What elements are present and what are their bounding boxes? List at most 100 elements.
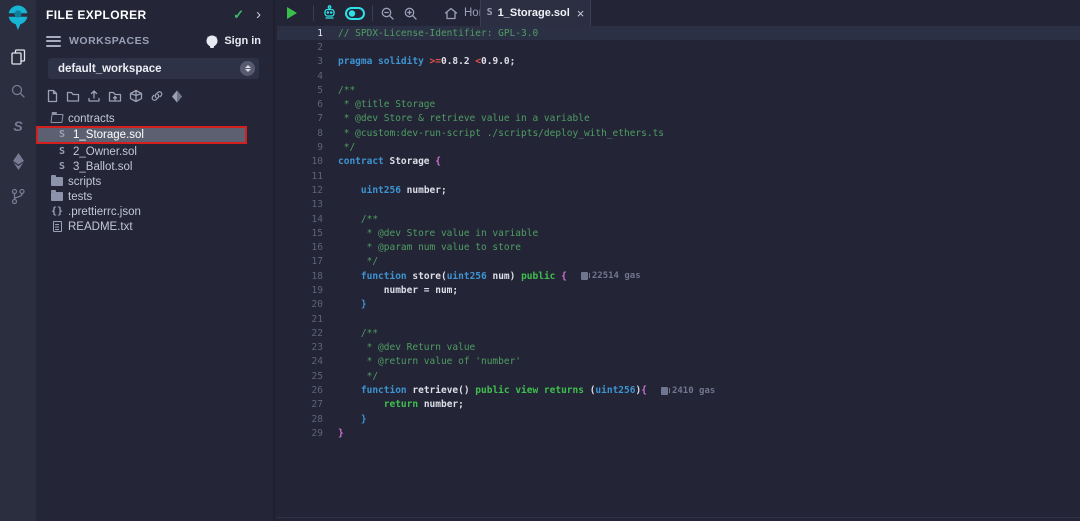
deploy-run-icon (11, 153, 26, 170)
remix-logo[interactable] (0, 0, 36, 36)
zoom-in-button[interactable] (403, 6, 418, 21)
line-number: 2 (277, 42, 323, 53)
home-icon (444, 7, 458, 20)
code-line[interactable]: 18 function store(uint256 num) public {2… (277, 269, 1080, 283)
zoom-out-button[interactable] (380, 6, 395, 21)
tree-item[interactable]: README.txt (36, 219, 273, 234)
git-icon (10, 188, 26, 205)
sidebar-item-search[interactable] (8, 81, 28, 101)
github-icon (205, 35, 219, 48)
code-line[interactable]: 7 * @dev Store & retrieve value in a var… (277, 112, 1080, 126)
ipfs-cube-icon[interactable] (129, 89, 143, 103)
code-line[interactable]: 19 number = num; (277, 283, 1080, 297)
chevron-right-icon[interactable]: › (256, 10, 261, 20)
code-line[interactable]: 12 uint256 number; (277, 183, 1080, 197)
toolbar-separator (372, 5, 373, 21)
line-number: 28 (277, 414, 323, 425)
line-number: 18 (277, 271, 323, 282)
sidebar-item-file-explorer[interactable] (8, 46, 28, 66)
code-line[interactable]: 16 * @param num value to store (277, 240, 1080, 254)
panel-title: FILE EXPLORER (46, 8, 233, 22)
solidity-file-icon: S (55, 162, 69, 172)
code-line[interactable]: 9 */ (277, 140, 1080, 154)
line-number: 10 (277, 156, 323, 167)
code-line[interactable]: 15 * @dev Store value in variable (277, 226, 1080, 240)
code-line[interactable]: 14 /** (277, 212, 1080, 226)
link-icon[interactable] (150, 89, 164, 103)
code-line[interactable]: 20 } (277, 298, 1080, 312)
sidebar-item-git[interactable] (8, 186, 28, 206)
tree-item[interactable]: S 3_Ballot.sol (36, 159, 273, 174)
sidebar-item-solidity-compiler[interactable]: S (8, 116, 28, 136)
tree-item[interactable]: contracts (36, 111, 273, 126)
hamburger-icon[interactable] (46, 33, 61, 49)
line-number: 23 (277, 342, 323, 353)
tree-item[interactable]: scripts (36, 174, 273, 189)
tree-item[interactable]: {}.prettierrc.json (36, 204, 273, 219)
folder-icon (50, 192, 64, 201)
editor-toolbar: Home S 1_Storage.sol × (277, 0, 1080, 26)
tree-item[interactable]: S1_Storage.sol (36, 126, 247, 144)
toggle-switch[interactable] (345, 7, 365, 20)
upload-file-icon[interactable] (87, 89, 101, 103)
code-line[interactable]: 22 /** (277, 326, 1080, 340)
line-number: 3 (277, 56, 323, 67)
file-explorer-panel: FILE EXPLORER ✓ › WORKSPACES Sign in def… (36, 0, 275, 521)
solidity-file-icon: S (55, 130, 69, 140)
code-line[interactable]: 4 (277, 69, 1080, 83)
tree-item[interactable]: tests (36, 189, 273, 204)
code-line[interactable]: 28 } (277, 412, 1080, 426)
toggle-icon (345, 7, 365, 20)
play-icon[interactable] (287, 7, 297, 19)
code-text: function store(uint256 num) public { (338, 271, 567, 282)
code-line[interactable]: 3pragma solidity >=0.8.2 <0.9.0; (277, 55, 1080, 69)
line-number: 20 (277, 299, 323, 310)
code-line[interactable]: 2 (277, 40, 1080, 54)
new-folder-icon[interactable] (66, 90, 80, 103)
code-text: */ (338, 142, 355, 153)
code-line[interactable]: 24 * @return value of 'number' (277, 355, 1080, 369)
code-line[interactable]: 25 */ (277, 369, 1080, 383)
code-line[interactable]: 17 */ (277, 255, 1080, 269)
code-line[interactable]: 13 (277, 198, 1080, 212)
line-number: 21 (277, 314, 323, 325)
zoom-out-icon (380, 6, 395, 21)
solidity-diamond-icon[interactable] (171, 90, 183, 103)
workspace-select[interactable]: default_workspace (48, 58, 259, 79)
line-number: 6 (277, 99, 323, 110)
tree-item[interactable]: S2_Owner.sol (36, 144, 273, 159)
code-line[interactable]: 26 function retrieve() public view retur… (277, 383, 1080, 397)
ai-assistant-button[interactable] (321, 5, 338, 21)
check-icon[interactable]: ✓ (233, 7, 244, 23)
code-line[interactable]: 29} (277, 426, 1080, 440)
new-file-icon[interactable] (46, 89, 59, 103)
code-line[interactable]: 21 (277, 312, 1080, 326)
upload-folder-icon[interactable] (108, 90, 122, 103)
line-number: 11 (277, 171, 323, 182)
sort-icon[interactable] (240, 61, 255, 76)
code-line[interactable]: 27 return number; (277, 398, 1080, 412)
gas-icon (581, 272, 588, 280)
code-line[interactable]: 5/** (277, 83, 1080, 97)
line-number: 22 (277, 328, 323, 339)
code-line[interactable]: 6 * @title Storage (277, 97, 1080, 111)
line-number: 13 (277, 199, 323, 210)
workspace-select-value: default_workspace (58, 63, 240, 75)
tab-1-storage-sol[interactable]: S 1_Storage.sol × (480, 0, 591, 26)
workspaces-label: WORKSPACES (69, 35, 205, 47)
code-line[interactable]: 23 * @dev Return value (277, 341, 1080, 355)
line-number: 5 (277, 85, 323, 96)
tree-item-label: 3_Ballot.sol (73, 161, 132, 173)
sidebar-item-deploy-run[interactable] (8, 151, 28, 171)
code-line[interactable]: 8 * @custom:dev-run-script ./scripts/dep… (277, 126, 1080, 140)
gas-estimate-badge: 2410 gas (661, 386, 715, 396)
code-line[interactable]: 11 (277, 169, 1080, 183)
code-area[interactable]: 1// SPDX-License-Identifier: GPL-3.0 2 3pr… (277, 26, 1080, 441)
code-text: } (338, 414, 367, 425)
code-line[interactable]: 1// SPDX-License-Identifier: GPL-3.0 (277, 26, 1080, 40)
code-line[interactable]: 10contract Storage { (277, 155, 1080, 169)
close-icon[interactable]: × (577, 7, 585, 20)
activity-bar: S (0, 0, 36, 521)
line-number: 14 (277, 214, 323, 225)
sign-in-button[interactable]: Sign in (205, 35, 261, 48)
